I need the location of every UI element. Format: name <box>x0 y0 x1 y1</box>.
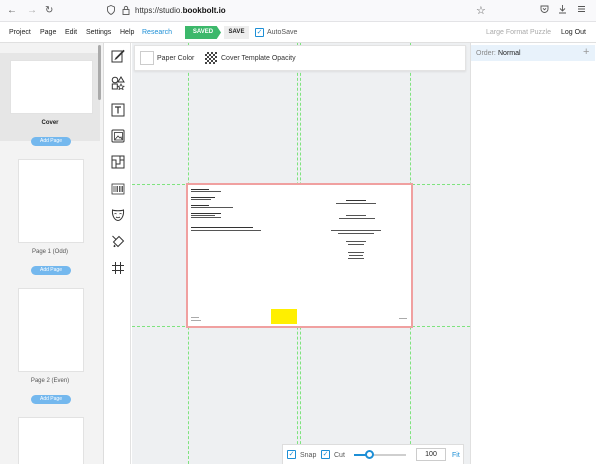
tools-sidebar <box>105 43 131 464</box>
reload-icon[interactable]: ↻ <box>45 5 53 17</box>
text-line <box>336 203 376 204</box>
url-domain: bookbolt.io <box>182 6 226 15</box>
puzzle-icon[interactable] <box>111 155 125 169</box>
zoom-slider-track[interactable] <box>354 454 406 456</box>
browser-toolbar: ← → ↻ https://studio.bookbolt.io ☆ <box>0 0 596 22</box>
mask-icon[interactable] <box>111 208 125 222</box>
thumbnail-cover[interactable] <box>10 60 93 114</box>
text-line <box>191 207 233 208</box>
text-line <box>346 215 366 216</box>
front-cover[interactable] <box>301 185 411 326</box>
thumbnail-label: Cover <box>41 120 59 126</box>
cover-template-opacity-label[interactable]: Cover Template Opacity <box>221 54 296 63</box>
text-line <box>346 241 366 242</box>
text-line <box>191 191 221 192</box>
text-line <box>339 218 375 219</box>
text-line <box>191 317 199 318</box>
shapes-icon[interactable] <box>111 76 125 90</box>
url-prefix: https://studio. <box>135 6 183 15</box>
text-box-icon[interactable] <box>111 103 125 117</box>
text-line <box>348 258 364 259</box>
back-cover[interactable] <box>188 185 300 326</box>
text-line <box>191 205 209 206</box>
barcode-placeholder[interactable] <box>271 309 297 324</box>
thumbnail-label: Page 1 (Odd) <box>31 249 69 255</box>
plus-icon[interactable]: + <box>583 46 589 58</box>
text-line <box>348 244 364 245</box>
menu-page[interactable]: Page <box>40 28 56 37</box>
text-line <box>348 252 364 253</box>
thumbnail-label: Page 2 (Even) <box>30 378 70 384</box>
thumbnails-scrollbar[interactable] <box>98 45 101 100</box>
text-line <box>346 200 366 201</box>
menu-settings[interactable]: Settings <box>86 28 111 37</box>
forward-arrow-icon[interactable]: → <box>27 5 37 17</box>
snap-checkbox[interactable]: ✓ <box>287 450 296 459</box>
opacity-checker-icon[interactable] <box>205 52 217 64</box>
cut-checkbox[interactable]: ✓ <box>321 450 330 459</box>
text-line <box>331 230 381 231</box>
cut-label: Cut <box>334 452 345 459</box>
large-format-puzzle-link[interactable]: Large Format Puzzle <box>486 28 551 37</box>
pencil-edit-icon[interactable] <box>111 49 125 63</box>
save-button[interactable]: SAVE <box>224 26 249 39</box>
text-line <box>338 233 374 234</box>
thumbnail-page-3[interactable] <box>18 417 84 464</box>
thumbnail-page-2[interactable] <box>18 288 84 372</box>
text-line <box>191 213 221 214</box>
app-menu-bar: Project Page Edit Settings Help Research… <box>0 22 596 43</box>
order-label: Order: <box>476 50 496 57</box>
paper-color-label[interactable]: Paper Color <box>157 54 194 63</box>
menu-help[interactable]: Help <box>120 28 134 37</box>
shield-icon[interactable] <box>107 5 115 15</box>
bookmark-star-icon[interactable]: ☆ <box>476 4 486 17</box>
image-icon[interactable] <box>111 129 125 143</box>
autosave-label: AutoSave <box>267 29 298 36</box>
autosave-checkbox[interactable]: ✓ <box>255 28 264 37</box>
menu-edit[interactable]: Edit <box>65 28 77 37</box>
grid-icon[interactable] <box>111 261 125 275</box>
add-page-button[interactable]: Add Page <box>31 137 71 146</box>
canvas-toolbar: Paper Color Cover Template Opacity <box>134 45 466 71</box>
text-line <box>191 215 215 216</box>
menu-research[interactable]: Research <box>142 28 172 37</box>
add-page-button[interactable]: Add Page <box>31 395 71 404</box>
order-value[interactable]: Normal <box>498 49 521 58</box>
cover-spread[interactable] <box>186 183 413 328</box>
lock-icon[interactable] <box>122 5 130 15</box>
text-line <box>349 255 363 256</box>
text-line <box>191 227 253 228</box>
download-icon[interactable] <box>558 4 567 14</box>
text-line <box>191 230 261 231</box>
text-line <box>191 217 221 218</box>
page-thumbnails-panel: Cover Add Page Page 1 (Odd) Add Page Pag… <box>0 43 104 464</box>
back-arrow-icon[interactable]: ← <box>7 5 17 17</box>
fit-button[interactable]: Fit <box>452 451 460 460</box>
text-line <box>191 197 215 198</box>
paper-color-swatch[interactable] <box>140 51 154 65</box>
text-line <box>191 199 211 200</box>
properties-panel: Order: Normal + <box>470 43 596 464</box>
pocket-icon[interactable] <box>540 4 549 14</box>
add-page-button[interactable]: Add Page <box>31 266 71 275</box>
text-line <box>191 189 209 190</box>
text-line <box>191 320 201 321</box>
logout-link[interactable]: Log Out <box>561 28 586 37</box>
saved-status-button[interactable]: SAVED <box>185 26 221 39</box>
menu-project[interactable]: Project <box>9 28 31 37</box>
zoom-bar: ✓ Snap ✓ Cut 100 Fit <box>282 444 464 464</box>
order-row[interactable]: Order: Normal + <box>471 45 595 61</box>
barcode-icon[interactable] <box>111 182 125 196</box>
thumbnail-page-1[interactable] <box>18 159 84 243</box>
zoom-input[interactable]: 100 <box>416 448 446 461</box>
snap-label: Snap <box>300 452 317 459</box>
zoom-slider-handle[interactable] <box>364 450 374 459</box>
url-bar[interactable]: https://studio.bookbolt.io <box>135 5 226 17</box>
paint-bucket-icon[interactable] <box>111 235 125 249</box>
hamburger-menu-icon[interactable] <box>577 4 586 14</box>
text-line <box>399 318 407 319</box>
